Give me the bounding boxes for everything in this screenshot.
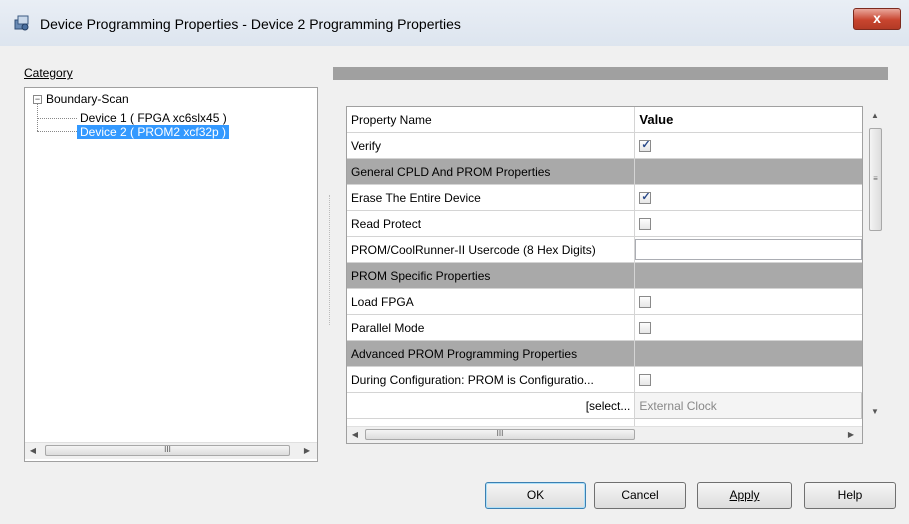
scroll-down-icon[interactable]: ▼ <box>869 406 881 418</box>
scroll-right-icon[interactable]: ▶ <box>301 445 313 457</box>
property-name: Verify <box>347 132 636 159</box>
property-name: Read Protect <box>347 210 636 237</box>
section-title: Advanced PROM Programming Properties <box>347 340 636 367</box>
property-name: Parallel Mode <box>347 314 636 341</box>
title-bar: Device Programming Properties - Device 2… <box>0 0 909 46</box>
tree-item-device-1[interactable]: Device 1 ( FPGA xc6slx45 ) <box>77 111 230 125</box>
section-row: General CPLD And PROM Properties <box>347 158 862 185</box>
tree-item-device-2[interactable]: Device 2 ( PROM2 xcf32p ) <box>77 125 230 139</box>
grid-horizontal-scrollbar[interactable]: ◀ III ▶ <box>347 426 862 443</box>
usercode-input[interactable] <box>635 239 862 260</box>
tree-root-label: Boundary-Scan <box>46 92 129 106</box>
prom-configuration-checkbox[interactable] <box>639 374 652 387</box>
help-button[interactable]: Help <box>804 482 896 509</box>
table-row[interactable]: Parallel Mode <box>347 314 862 341</box>
column-header-value[interactable]: Value <box>634 107 862 133</box>
property-name: Erase The Entire Device <box>347 184 636 211</box>
section-row: Advanced PROM Programming Properties <box>347 340 862 367</box>
table-row[interactable]: PROM/CoolRunner-II Usercode (8 Hex Digit… <box>347 236 862 263</box>
read-protect-checkbox[interactable] <box>639 218 652 231</box>
category-label: Category <box>24 66 73 80</box>
property-table: Property Name Value Verify General CPLD … <box>347 107 862 443</box>
table-row[interactable]: Read Protect <box>347 210 862 237</box>
app-icon <box>14 15 29 31</box>
apply-button[interactable]: Apply <box>697 482 792 509</box>
close-button[interactable]: x <box>853 8 901 30</box>
property-name: During Configuration: PROM is Configurat… <box>347 366 636 393</box>
ok-button[interactable]: OK <box>485 482 586 509</box>
parallel-mode-checkbox[interactable] <box>639 322 652 335</box>
section-title: PROM Specific Properties <box>347 262 636 289</box>
scroll-left-icon[interactable]: ◀ <box>349 429 361 441</box>
property-grid[interactable]: Property Name Value Verify General CPLD … <box>346 106 863 444</box>
grid-header-row: Property Name Value <box>347 107 862 133</box>
scroll-thumb[interactable]: III <box>45 445 290 456</box>
load-fpga-checkbox[interactable] <box>639 296 652 309</box>
tree-root-boundary-scan[interactable]: − Boundary-Scan <box>33 92 129 106</box>
scroll-up-icon[interactable]: ▲ <box>869 110 881 122</box>
clock-select-disabled: External Clock <box>634 392 862 419</box>
scroll-thumb[interactable]: III <box>365 429 635 440</box>
table-row[interactable]: Erase The Entire Device <box>347 184 862 211</box>
table-row[interactable]: During Configuration: PROM is Configurat… <box>347 366 862 393</box>
tree-connector <box>37 118 77 119</box>
verify-checkbox[interactable] <box>639 138 652 153</box>
tree-horizontal-scrollbar[interactable]: ◀ III ▶ <box>25 442 317 459</box>
category-tree[interactable]: − Boundary-Scan Device 1 ( FPGA xc6slx45… <box>24 87 318 462</box>
section-title: General CPLD And PROM Properties <box>347 158 636 185</box>
splitter-grip[interactable] <box>329 195 332 325</box>
cancel-button[interactable]: Cancel <box>594 482 686 509</box>
window-title: Device Programming Properties - Device 2… <box>40 16 461 32</box>
section-row: PROM Specific Properties <box>347 262 862 289</box>
scroll-right-icon[interactable]: ▶ <box>845 429 857 441</box>
scroll-thumb[interactable]: ≡ <box>869 128 882 231</box>
table-row[interactable]: [select... External Clock <box>347 392 862 419</box>
grid-vertical-scrollbar[interactable]: ▲ ≡ ▼ <box>867 106 884 423</box>
erase-entire-device-checkbox[interactable] <box>639 190 652 205</box>
scroll-left-icon[interactable]: ◀ <box>27 445 39 457</box>
tree-connector <box>37 103 38 131</box>
table-row[interactable]: Verify <box>347 132 862 159</box>
column-header-property-name[interactable]: Property Name <box>347 107 636 133</box>
tree-connector <box>37 131 77 132</box>
table-row[interactable]: Load FPGA <box>347 288 862 315</box>
property-name: PROM/CoolRunner-II Usercode (8 Hex Digit… <box>347 236 636 263</box>
property-name: [select... <box>347 392 636 419</box>
properties-header-bar <box>333 67 888 80</box>
property-name: Load FPGA <box>347 288 636 315</box>
